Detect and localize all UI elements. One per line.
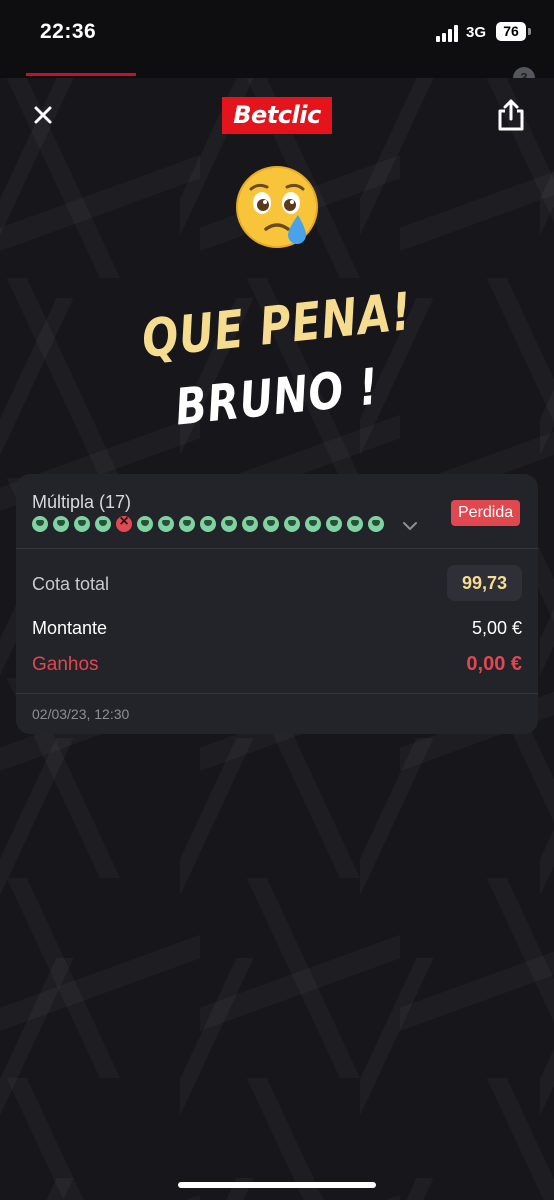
bet-date: 02/03/23, 12:30: [32, 706, 130, 722]
card-divider: [16, 693, 538, 694]
selection-won-icon: [242, 516, 258, 532]
stake-label: Montante: [32, 618, 108, 638]
status-badge: Perdida: [451, 500, 521, 526]
selection-won-icon: [95, 516, 111, 532]
selection-won-icon: [221, 516, 237, 532]
close-button[interactable]: [28, 100, 58, 130]
status-time: 22:36: [40, 20, 97, 43]
winnings-label: Ganhos: [32, 654, 99, 675]
selection-won-icon: [347, 516, 363, 532]
selection-lost-icon: [116, 513, 132, 532]
status-bar: 22:36 3G 76: [0, 0, 554, 78]
battery-icon: 76: [496, 22, 526, 41]
selection-indicators: [32, 513, 384, 532]
tab-indicator: [26, 73, 136, 76]
signal-icon: [436, 24, 462, 42]
selection-won-icon: [32, 516, 48, 532]
selection-won-icon: [179, 516, 195, 532]
selection-won-icon: [368, 516, 384, 532]
selection-won-icon: [74, 516, 90, 532]
chevron-down-icon[interactable]: [402, 518, 418, 530]
selection-won-icon: [284, 516, 300, 532]
selection-won-icon: [200, 516, 216, 532]
share-button[interactable]: [494, 97, 528, 133]
selection-won-icon: [137, 516, 153, 532]
home-indicator: [178, 1182, 376, 1188]
selection-won-icon: [53, 516, 69, 532]
odds-value: 99,73: [447, 565, 522, 601]
selection-won-icon: [326, 516, 342, 532]
selection-won-icon: [263, 516, 279, 532]
stake-value: 5,00 €: [471, 618, 522, 638]
odds-label: Cota total: [32, 574, 110, 594]
winnings-value: 0,00 €: [466, 653, 522, 675]
share-icon: [498, 99, 524, 131]
bet-type: Múltipla (17): [32, 492, 132, 512]
betclic-logo: Betclic: [222, 97, 332, 134]
crying-face-emoji: [234, 165, 322, 253]
bet-card-header[interactable]: Múltipla (17) Perdida: [16, 474, 538, 549]
battery-tip: [528, 28, 531, 35]
network-type: 3G: [466, 24, 487, 41]
bet-card[interactable]: Múltipla (17) Perdida Cota total 99,73 M…: [16, 474, 538, 734]
close-icon: [34, 106, 52, 124]
selection-won-icon: [158, 516, 174, 532]
selection-won-icon: [305, 516, 321, 532]
